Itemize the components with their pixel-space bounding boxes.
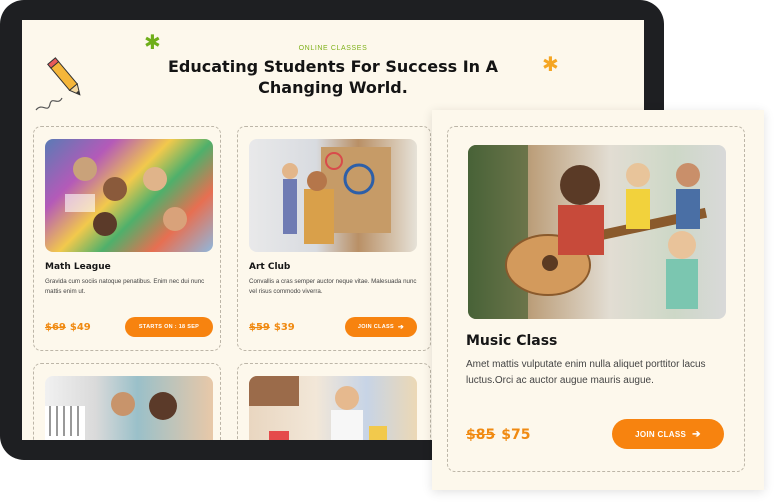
course-price: $69 $49 xyxy=(45,322,91,333)
course-photo xyxy=(249,139,417,252)
button-label: JOIN CLASS xyxy=(635,429,687,439)
course-photo xyxy=(468,145,726,319)
arrow-right-icon: ➔ xyxy=(692,428,701,440)
current-price: $75 xyxy=(501,427,531,443)
current-price: $49 xyxy=(69,322,91,333)
course-card[interactable]: Math League Gravida cum sociis natoque p… xyxy=(33,126,221,351)
course-price: $59 $39 xyxy=(249,322,295,333)
featured-course-panel: Music Class Amet mattis vulputate enim n… xyxy=(432,110,764,490)
button-label: STARTS ON : 18 SEP xyxy=(138,324,200,330)
course-description: Gravida cum sociis natoque penatibus. En… xyxy=(45,278,205,295)
old-price: $69 xyxy=(45,322,66,333)
course-title: Math League xyxy=(45,262,111,272)
course-title: Art Club xyxy=(249,262,291,272)
course-card[interactable] xyxy=(237,363,431,440)
pencil-icon xyxy=(35,57,81,111)
course-description: Convallis a cras semper auctor neque vit… xyxy=(249,278,417,295)
join-class-button[interactable]: JOIN CLASS ➔ xyxy=(612,419,724,449)
course-card[interactable]: Art Club Convallis a cras semper auctor … xyxy=(237,126,431,351)
course-card[interactable] xyxy=(33,363,221,440)
course-price: $85 $75 xyxy=(466,427,530,443)
join-class-button[interactable]: JOIN CLASS ➔ xyxy=(345,317,417,337)
starts-on-button[interactable]: STARTS ON : 18 SEP xyxy=(125,317,213,337)
section-eyebrow: ONLINE CLASSES xyxy=(298,45,368,52)
featured-course-card[interactable]: Music Class Amet mattis vulputate enim n… xyxy=(447,126,745,472)
course-photo xyxy=(249,376,417,440)
course-title: Music Class xyxy=(466,333,558,349)
page-title: Educating Students For Success In A Chan… xyxy=(168,57,498,97)
old-price: $59 xyxy=(249,322,270,333)
current-price: $39 xyxy=(273,322,295,333)
button-label: JOIN CLASS xyxy=(357,324,394,330)
course-description: Amet mattis vulputate enim nulla aliquet… xyxy=(466,359,706,386)
course-photo xyxy=(45,139,213,252)
arrow-right-icon: ➔ xyxy=(397,324,405,331)
star-icon: ✱ xyxy=(542,52,559,76)
course-photo xyxy=(45,376,213,440)
old-price: $85 xyxy=(466,427,496,443)
